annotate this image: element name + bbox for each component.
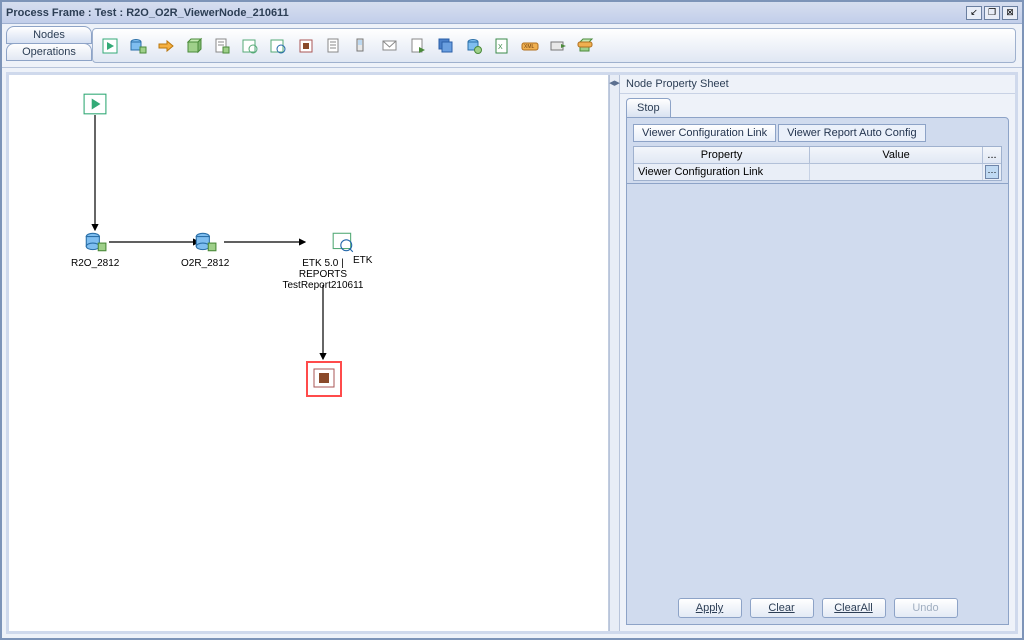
apply-button[interactable]: Apply — [678, 598, 742, 618]
subtab-viewer-auto[interactable]: Viewer Report Auto Config — [778, 124, 925, 142]
side-tabs: Nodes Operations — [2, 24, 92, 67]
property-subarea: Viewer Configuration Link Viewer Report … — [626, 117, 1009, 184]
property-subtabs: Viewer Configuration Link Viewer Report … — [633, 124, 1002, 142]
cell-browse[interactable]: ⋯ — [983, 164, 1001, 180]
doc2-icon[interactable] — [407, 35, 429, 57]
mail-icon[interactable] — [379, 35, 401, 57]
top-strip: Nodes Operations X XML — [2, 24, 1022, 68]
start-icon[interactable] — [99, 35, 121, 57]
cell-property: Viewer Configuration Link — [634, 164, 810, 180]
col-more: ... — [983, 147, 1001, 163]
node-stop[interactable] — [306, 361, 342, 397]
db2-icon[interactable] — [463, 35, 485, 57]
tab-stop[interactable]: Stop — [626, 98, 671, 117]
clear-button[interactable]: Clear — [750, 598, 814, 618]
database-icon — [193, 231, 217, 253]
node-etk-label: ETK — [353, 253, 372, 266]
svg-text:X: X — [498, 44, 503, 51]
property-body — [626, 184, 1009, 592]
tab-nodes[interactable]: Nodes — [6, 26, 92, 44]
stop-node-icon — [312, 367, 336, 389]
button-bar: Apply Clear ClearAll Undo — [626, 592, 1009, 625]
db-add-icon[interactable] — [127, 35, 149, 57]
property-grid: Property Value ... Viewer Configuration … — [633, 146, 1002, 181]
minimize-icon[interactable]: ↙ — [966, 6, 982, 20]
flow-edges — [9, 75, 608, 631]
cube-icon[interactable] — [183, 35, 205, 57]
col-value: Value — [810, 147, 983, 163]
window-title: Process Frame : Test : R2O_O2R_ViewerNod… — [6, 7, 964, 19]
grid-row[interactable]: Viewer Configuration Link ⋯ — [634, 164, 1001, 180]
selection-box — [306, 361, 342, 397]
arrow-icon[interactable] — [155, 35, 177, 57]
node-o2r[interactable]: O2R_2812 — [181, 231, 229, 269]
toolbar: X XML — [92, 28, 1016, 63]
page-icon[interactable] — [323, 35, 345, 57]
svg-text:XML: XML — [524, 44, 535, 50]
panel-title: Node Property Sheet — [620, 75, 1015, 94]
node-label: O2R_2812 — [181, 258, 229, 269]
stop-icon[interactable] — [295, 35, 317, 57]
browse-icon[interactable]: ⋯ — [985, 165, 999, 179]
doc-icon[interactable] — [211, 35, 233, 57]
titlebar: Process Frame : Test : R2O_O2R_ViewerNod… — [2, 2, 1022, 24]
close-icon[interactable]: ⊠ — [1002, 6, 1018, 20]
node-start[interactable] — [83, 93, 107, 118]
undo-button[interactable]: Undo — [894, 598, 958, 618]
node-label: ETK — [353, 255, 372, 266]
database-icon — [83, 231, 107, 253]
property-panel: Node Property Sheet Stop Viewer Configur… — [620, 75, 1015, 631]
start-node-icon — [83, 93, 107, 115]
sheet-icon[interactable] — [239, 35, 261, 57]
clearall-button[interactable]: ClearAll — [822, 598, 886, 618]
subtab-viewer-link[interactable]: Viewer Configuration Link — [633, 124, 776, 142]
app-window: Process Frame : Test : R2O_O2R_ViewerNod… — [0, 0, 1024, 640]
property-tabs: Stop — [620, 94, 1015, 117]
node-label: R2O_2812 — [71, 258, 119, 269]
splitter[interactable]: ◀▶ — [609, 75, 620, 631]
maximize-icon[interactable]: ❐ — [984, 6, 1000, 20]
report-viewer-icon — [331, 231, 355, 253]
cell-value[interactable] — [810, 164, 983, 180]
splitter-grip-icon: ◀▶ — [609, 79, 620, 87]
device-icon[interactable] — [351, 35, 373, 57]
flow-canvas[interactable]: R2O_2812 O2R_2812 ETK 5.0 | REPORTS Test… — [9, 75, 609, 631]
send-icon[interactable] — [547, 35, 569, 57]
col-property: Property — [634, 147, 810, 163]
xml-icon[interactable]: XML — [519, 35, 541, 57]
xls-icon[interactable]: X — [491, 35, 513, 57]
tab-operations[interactable]: Operations — [6, 43, 92, 61]
main-area: R2O_2812 O2R_2812 ETK 5.0 | REPORTS Test… — [6, 72, 1018, 634]
multi-icon[interactable] — [435, 35, 457, 57]
node-r2o[interactable]: R2O_2812 — [71, 231, 119, 269]
grid-header: Property Value ... — [634, 147, 1001, 164]
cube2-icon[interactable] — [575, 35, 597, 57]
chart-icon[interactable] — [267, 35, 289, 57]
